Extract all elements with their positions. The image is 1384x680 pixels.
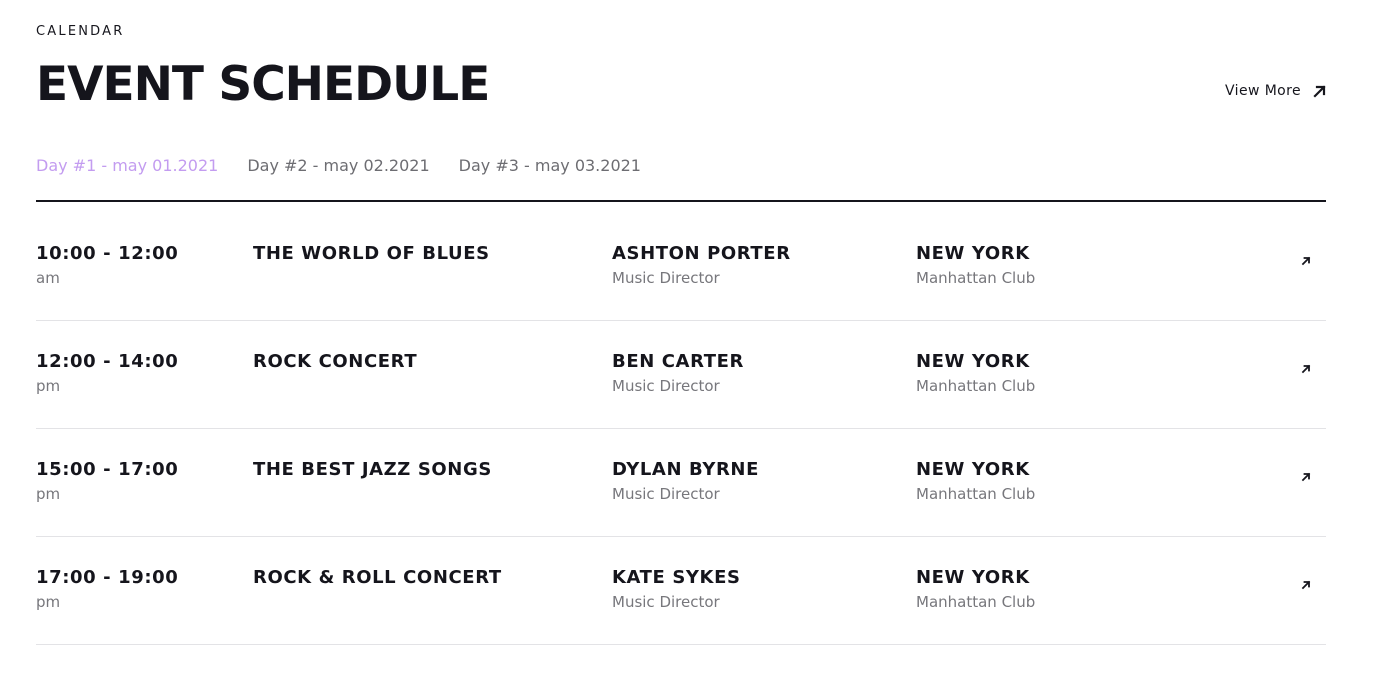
event-person-cell: BEN CARTER Music Director — [612, 349, 744, 397]
event-time: 12:00 - 14:00 — [36, 351, 179, 372]
arrow-up-right-icon[interactable] — [1298, 577, 1314, 593]
tabs-divider — [36, 200, 1326, 202]
event-row: 15:00 - 17:00 pm THE BEST JAZZ SONGS DYL… — [36, 429, 1326, 537]
event-venue: Manhattan Club — [916, 485, 1036, 503]
event-row: 10:00 - 12:00 am THE WORLD OF BLUES ASHT… — [36, 213, 1326, 321]
event-role: Music Director — [612, 269, 720, 287]
arrow-up-right-icon — [1313, 84, 1326, 98]
event-time: 10:00 - 12:00 — [36, 243, 179, 264]
event-venue: Manhattan Club — [916, 269, 1036, 287]
event-time-cell: 12:00 - 14:00 pm — [36, 349, 178, 397]
event-time-cell: 17:00 - 19:00 pm — [36, 565, 178, 613]
event-city: NEW YORK — [916, 243, 1030, 264]
event-period: am — [36, 269, 60, 287]
tab-day-2[interactable]: Day #2 - may 02.2021 — [247, 154, 429, 178]
event-title-cell: THE WORLD OF BLUES — [253, 241, 490, 267]
event-person-cell: ASHTON PORTER Music Director — [612, 241, 791, 289]
event-person: BEN CARTER — [612, 351, 744, 372]
event-row: 12:00 - 14:00 pm ROCK CONCERT BEN CARTER… — [36, 321, 1326, 429]
event-period: pm — [36, 485, 61, 503]
arrow-up-right-icon[interactable] — [1298, 469, 1314, 485]
event-title: THE BEST JAZZ SONGS — [253, 459, 492, 480]
event-title: ROCK & ROLL CONCERT — [253, 567, 502, 588]
event-time: 15:00 - 17:00 — [36, 459, 179, 480]
arrow-up-right-icon[interactable] — [1298, 361, 1314, 377]
event-list: 10:00 - 12:00 am THE WORLD OF BLUES ASHT… — [36, 213, 1326, 645]
event-role: Music Director — [612, 377, 720, 395]
event-role: Music Director — [612, 485, 720, 503]
event-title: ROCK CONCERT — [253, 351, 418, 372]
event-role: Music Director — [612, 593, 720, 611]
page-title: EVENT SCHEDULE — [36, 57, 490, 112]
view-more-link[interactable]: View More — [1225, 83, 1326, 99]
event-person-cell: KATE SYKES Music Director — [612, 565, 741, 613]
event-title-cell: ROCK & ROLL CONCERT — [253, 565, 502, 591]
event-place-cell: NEW YORK Manhattan Club — [916, 457, 1035, 505]
event-time: 17:00 - 19:00 — [36, 567, 179, 588]
event-title: THE WORLD OF BLUES — [253, 243, 490, 264]
event-period: pm — [36, 593, 61, 611]
event-row: 17:00 - 19:00 pm ROCK & ROLL CONCERT KAT… — [36, 537, 1326, 645]
event-time-cell: 10:00 - 12:00 am — [36, 241, 178, 289]
event-venue: Manhattan Club — [916, 377, 1036, 395]
tab-day-1[interactable]: Day #1 - may 01.2021 — [36, 154, 218, 178]
event-person: DYLAN BYRNE — [612, 459, 759, 480]
event-time-cell: 15:00 - 17:00 pm — [36, 457, 178, 505]
event-venue: Manhattan Club — [916, 593, 1036, 611]
section-eyebrow: CALENDAR — [36, 24, 125, 39]
event-place-cell: NEW YORK Manhattan Club — [916, 241, 1035, 289]
tab-day-3[interactable]: Day #3 - may 03.2021 — [459, 154, 641, 178]
event-period: pm — [36, 377, 61, 395]
event-place-cell: NEW YORK Manhattan Club — [916, 349, 1035, 397]
event-title-cell: ROCK CONCERT — [253, 349, 417, 375]
event-city: NEW YORK — [916, 567, 1030, 588]
event-city: NEW YORK — [916, 459, 1030, 480]
event-schedule-section: CALENDAR EVENT SCHEDULE View More Day #1… — [36, 0, 1326, 680]
event-title-cell: THE BEST JAZZ SONGS — [253, 457, 492, 483]
event-person: ASHTON PORTER — [612, 243, 791, 264]
event-person-cell: DYLAN BYRNE Music Director — [612, 457, 759, 505]
view-more-label: View More — [1225, 83, 1301, 99]
arrow-up-right-icon[interactable] — [1298, 253, 1314, 269]
event-person: KATE SYKES — [612, 567, 741, 588]
day-tabs: Day #1 - may 01.2021 Day #2 - may 02.202… — [36, 154, 641, 178]
event-place-cell: NEW YORK Manhattan Club — [916, 565, 1035, 613]
event-city: NEW YORK — [916, 351, 1030, 372]
